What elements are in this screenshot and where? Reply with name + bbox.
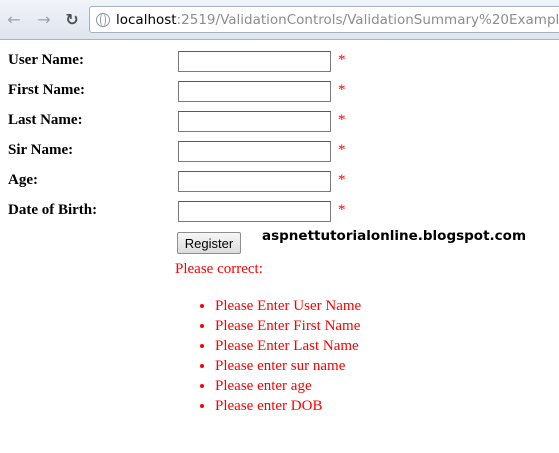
- blog-watermark: aspnettutorialonline.blogspot.com: [262, 228, 527, 244]
- validation-summary-header: Please correct:: [175, 261, 263, 277]
- error-user-name: Please Enter User Name: [215, 296, 361, 316]
- url-path: :2519/ValidationControls/ValidationSumma…: [176, 11, 559, 28]
- sir-name-input[interactable]: [178, 141, 331, 162]
- sir-name-label: Sir Name:: [8, 142, 74, 158]
- last-name-required-marker: *: [338, 112, 346, 128]
- forward-arrow-icon[interactable]: →: [34, 9, 54, 29]
- first-name-input[interactable]: [178, 81, 331, 102]
- age-input[interactable]: [178, 171, 331, 192]
- error-dob: Please enter DOB: [215, 396, 361, 416]
- error-sur-name: Please enter sur name: [215, 356, 361, 376]
- url-host: localhost: [116, 11, 177, 28]
- user-name-input[interactable]: [178, 51, 331, 72]
- error-age: Please enter age: [215, 376, 361, 396]
- browser-toolbar: ← → ↻ localhost :2519/ValidationControls…: [0, 0, 559, 40]
- reload-icon[interactable]: ↻: [62, 9, 82, 29]
- sir-name-required-marker: *: [338, 142, 346, 158]
- validation-summary-list: Please Enter User Name Please Enter Firs…: [175, 296, 361, 416]
- error-first-name: Please Enter First Name: [215, 316, 361, 336]
- date-of-birth-required-marker: *: [338, 202, 346, 218]
- age-required-marker: *: [338, 172, 346, 188]
- address-bar[interactable]: localhost :2519/ValidationControls/Valid…: [89, 6, 559, 33]
- back-arrow-icon[interactable]: ←: [4, 9, 24, 29]
- globe-icon: [96, 12, 110, 27]
- error-last-name: Please Enter Last Name: [215, 336, 361, 356]
- first-name-label: First Name:: [8, 82, 86, 98]
- register-button[interactable]: Register: [177, 232, 241, 254]
- user-name-required-marker: *: [338, 52, 346, 68]
- last-name-label: Last Name:: [8, 112, 83, 128]
- date-of-birth-input[interactable]: [178, 201, 331, 222]
- user-name-label: User Name:: [8, 52, 84, 68]
- last-name-input[interactable]: [178, 111, 331, 132]
- age-label: Age:: [8, 172, 38, 188]
- first-name-required-marker: *: [338, 82, 346, 98]
- date-of-birth-label: Date of Birth:: [8, 202, 98, 218]
